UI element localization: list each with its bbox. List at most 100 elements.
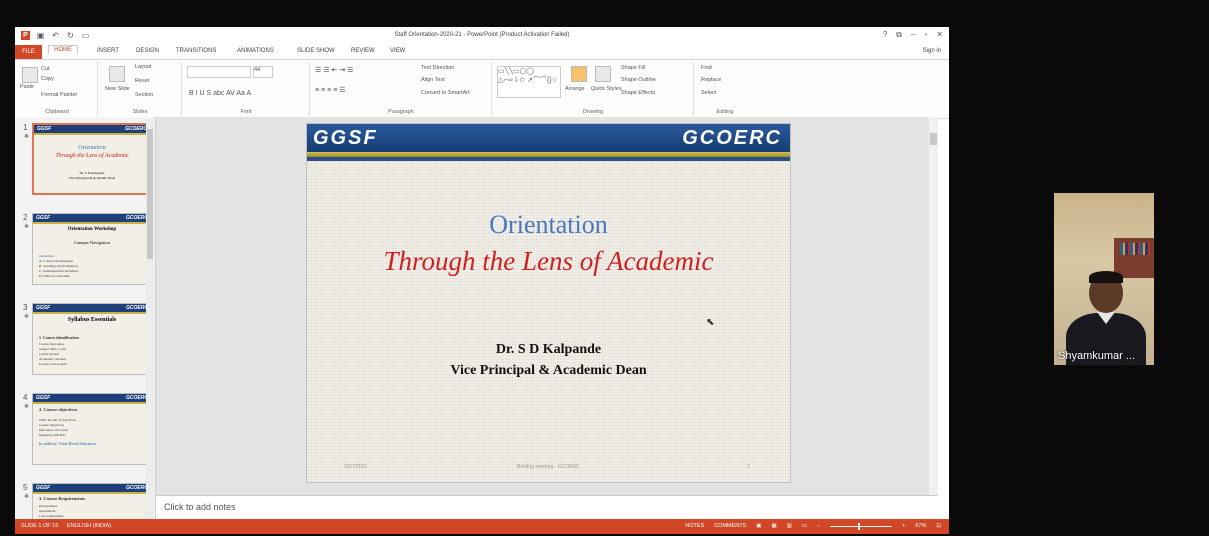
quick-styles-button[interactable]: Quick Styles	[591, 86, 622, 92]
thumbnail-line: Course Lesson plan	[39, 362, 67, 366]
shapes-gallery[interactable]: ▭╲╲▭▢◯ △⌐⇨⇩✩ ↗⌒⌒{}☆	[497, 66, 561, 98]
thumbnail-line: Academic calendar	[39, 357, 66, 361]
thumbnail-number: 3	[23, 303, 28, 312]
format-painter-button[interactable]: Format Painter	[41, 92, 77, 98]
layout-button[interactable]: Layout	[135, 64, 152, 70]
thumbnail-scrollbar[interactable]	[146, 119, 154, 519]
slide-title[interactable]: Orientation	[307, 210, 790, 240]
paste-button[interactable]: Paste	[20, 84, 34, 90]
slide-editing-area: GGSF GCOERC Orientation Through the Lens…	[156, 117, 938, 495]
ribbon-display-button[interactable]: ⧉	[896, 30, 902, 40]
bold-italic-underline-buttons[interactable]: B I U S abc AV Aa A	[189, 90, 251, 97]
star-icon: ✱	[24, 224, 30, 230]
thumbnail-subtitle: 3. Course Requirements	[39, 496, 86, 501]
scrollbar-thumb[interactable]	[930, 133, 937, 145]
tab-design[interactable]: DESIGN	[136, 48, 159, 54]
thumbnail-slide-1[interactable]: GGSF GCOERC Orientation Through the Lens …	[32, 123, 152, 195]
thumbnail-line: A. Course Development	[39, 259, 73, 263]
section-button[interactable]: Section	[135, 92, 153, 98]
mouse-pointer-icon: ⬉	[706, 317, 715, 328]
tab-animations[interactable]: ANIMATIONS	[237, 48, 274, 54]
tab-review[interactable]: REVIEW	[351, 48, 375, 54]
thumbnail-slide-4[interactable]: GGSF GCOERC 2. Course objectives Write th…	[32, 393, 152, 465]
shape-effects-button[interactable]: Shape Effects	[621, 90, 655, 96]
scrollbar-thumb[interactable]	[147, 129, 153, 259]
tab-file[interactable]: FILE	[15, 45, 42, 59]
convert-smartart-button[interactable]: Convert to SmartArt	[421, 90, 470, 96]
slide-scrollbar[interactable]	[929, 117, 938, 495]
tab-home[interactable]: HOME	[48, 45, 78, 54]
slides-label: Slides	[132, 109, 148, 115]
quick-styles-icon[interactable]	[595, 66, 611, 82]
thumbnail-line: Subject Title, Code	[39, 347, 66, 351]
presenter-role[interactable]: Vice Principal & Academic Dean	[307, 363, 790, 379]
arrange-button[interactable]: Arrange	[565, 86, 585, 92]
close-button[interactable]: ✕	[936, 30, 943, 40]
text-direction-button[interactable]: Text Direction	[421, 65, 454, 71]
align-text-button[interactable]: Align Text	[421, 77, 445, 83]
comments-button[interactable]: COMMENTS	[714, 523, 746, 529]
shape-fill-button[interactable]: Shape Fill	[621, 65, 645, 71]
thumbnail-slide-5[interactable]: GGSF GCOERC 3. Course Requirements Prereq…	[32, 483, 152, 519]
reset-button[interactable]: Reset	[135, 78, 149, 84]
align-buttons[interactable]: ≡ ≡ ≡ ≡ ☰	[315, 86, 345, 94]
help-button[interactable]: ?	[883, 30, 887, 40]
paste-icon[interactable]	[22, 67, 38, 83]
shape-outline-button[interactable]: Shape Outline	[621, 77, 656, 83]
font-size-box[interactable]: 44	[253, 66, 273, 78]
thumbnail-line: Write the list of objectives	[39, 418, 76, 422]
new-slide-button[interactable]: New Slide	[105, 86, 130, 92]
thumbnail-line: Assessment	[39, 509, 56, 513]
zoom-level[interactable]: 67%	[915, 523, 926, 529]
fit-slide-icon[interactable]: ⊡	[936, 523, 941, 529]
find-button[interactable]: Find	[701, 65, 712, 71]
ribbon-home: Paste Cut Copy Format Painter Clipboard …	[15, 59, 949, 119]
thumbnail-line: Guidelines	[39, 254, 55, 258]
thumbnail-number: 1	[23, 123, 28, 132]
maximize-button[interactable]: ▫	[924, 30, 927, 40]
current-slide[interactable]: GGSF GCOERC Orientation Through the Lens…	[306, 123, 791, 483]
window-title: Staff Orientation-2020-21 - PowerPoint (…	[394, 32, 570, 38]
drawing-group: ▭╲╲▭▢◯ △⌐⇨⇩✩ ↗⌒⌒{}☆ Arrange Quick Styles…	[493, 62, 694, 116]
zoom-in-icon[interactable]: +	[902, 523, 905, 529]
participant-video: Shyamkumar ...	[1054, 193, 1154, 365]
sign-in-link[interactable]: Sign in	[923, 48, 941, 54]
slide-subtitle[interactable]: Through the Lens of Academic	[307, 246, 790, 277]
thumbnail-line: 1. Course identification	[39, 335, 79, 340]
slide-count: SLIDE 1 OF 15	[21, 523, 59, 529]
arrange-icon[interactable]	[571, 66, 587, 82]
select-button[interactable]: Select	[701, 90, 716, 96]
tab-transitions[interactable]: TRANSITIONS	[176, 48, 216, 54]
presenter-name[interactable]: Dr. S D Kalpande	[307, 342, 790, 358]
list-buttons[interactable]: ☰ ☰ ⇤ ⇥ ☰	[315, 66, 353, 74]
new-slide-icon[interactable]	[109, 66, 125, 82]
zoom-slider[interactable]	[830, 522, 893, 530]
minimize-button[interactable]: –	[911, 30, 915, 40]
notes-button[interactable]: NOTES	[685, 523, 704, 529]
thumbnail-line: Vice Principal & Academic Dean	[68, 176, 116, 180]
thumbnail-line: B. Teaching and Evaluation	[39, 264, 78, 268]
thumbnail-line: Mapping with POs	[39, 433, 66, 437]
slide-sorter-icon[interactable]: ▦	[771, 523, 776, 529]
cut-button[interactable]: Cut	[41, 66, 50, 72]
notes-placeholder[interactable]: Click to add notes	[164, 502, 236, 512]
reading-view-icon[interactable]: ▥	[787, 523, 792, 529]
notes-pane[interactable]: Click to add notes	[156, 495, 938, 520]
slideshow-icon[interactable]: ▭	[802, 523, 807, 529]
thumbnail-line: Outcomes of Course	[39, 428, 68, 432]
thumbnail-slide-3[interactable]: GGSF GCOERC Syllabus Essentials 1. Course…	[32, 303, 152, 375]
copy-button[interactable]: Copy	[41, 76, 54, 82]
zoom-out-icon[interactable]: –	[817, 523, 820, 529]
thumbnail-slide-2[interactable]: GGSF GCOERC Orientation Workshop Campus N…	[32, 213, 152, 285]
thumbnail-line: Credit System	[39, 352, 59, 356]
replace-button[interactable]: Replace	[701, 77, 721, 83]
tab-insert[interactable]: INSERT	[97, 48, 119, 54]
language-indicator[interactable]: ENGLISH (INDIA)	[67, 523, 111, 529]
tab-view[interactable]: VIEW	[390, 48, 405, 54]
font-name-box[interactable]	[187, 66, 251, 78]
thumbnail-number: 4	[23, 393, 28, 402]
normal-view-icon[interactable]: ▣	[756, 523, 761, 529]
clipboard-group: Paste Cut Copy Format Painter Clipboard	[17, 62, 98, 116]
tab-slide-show[interactable]: SLIDE SHOW	[297, 48, 335, 54]
footer-text: Briefing meeting - GCOERC	[517, 464, 580, 470]
